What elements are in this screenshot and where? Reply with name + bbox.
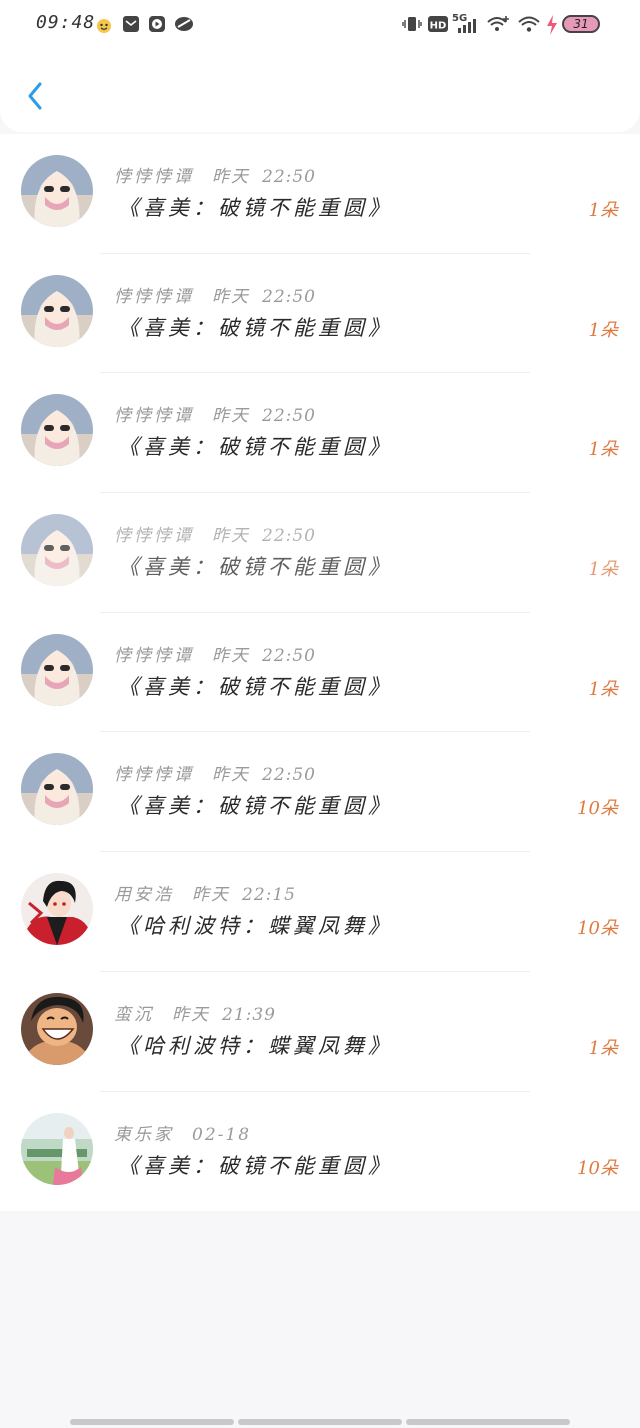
record-date: 昨天 xyxy=(172,1004,210,1025)
record-date: 昨天 xyxy=(212,286,250,307)
book-title[interactable]: 《喜美：破镜不能重圆》 xyxy=(118,790,393,820)
user-name[interactable]: 東乐家 xyxy=(114,1125,174,1145)
record-time: 22:50 xyxy=(262,645,316,666)
book-title[interactable]: 《哈利波特：蝶翼凤舞》 xyxy=(118,910,393,940)
flower-count: 10朵 xyxy=(577,918,618,940)
flower-count: 1朵 xyxy=(588,1037,618,1059)
book-title[interactable]: 《喜美：破镜不能重圆》 xyxy=(118,431,393,461)
flower-count: 1朵 xyxy=(588,200,618,221)
avatar[interactable] xyxy=(21,992,93,1065)
list-item[interactable]: 悖悖悖谭 昨天 22:50 《喜美：破镜不能重圆》 1朵 xyxy=(0,373,640,493)
list-item[interactable]: 悖悖悖谭 昨天 22:50 《喜美：破镜不能重圆》 1朵 xyxy=(0,493,640,613)
wifi-plus-icon xyxy=(486,15,510,33)
record-time: 21:39 xyxy=(222,1004,276,1025)
list-item[interactable]: 悖悖悖谭 昨天 22:50 《喜美：破镜不能重圆》 1朵 xyxy=(0,134,640,254)
svg-text:HD: HD xyxy=(430,21,447,32)
record-time: 22:50 xyxy=(262,406,316,427)
user-name[interactable]: 悖悖悖谭 xyxy=(114,167,194,187)
flower-count: 10朵 xyxy=(577,798,618,820)
flower-count: 1朵 xyxy=(588,678,618,700)
avatar[interactable] xyxy=(21,633,93,706)
user-name[interactable]: 蛮沉 xyxy=(114,1005,154,1025)
emoji-notification-icon xyxy=(96,18,112,34)
avatar[interactable] xyxy=(21,514,93,587)
record-time: 22:50 xyxy=(262,765,316,786)
list-item[interactable]: 悖悖悖谭 昨天 22:50 《喜美：破镜不能重圆》 10朵 xyxy=(0,732,640,852)
record-date: 昨天 xyxy=(212,765,250,786)
nav-bar-segment xyxy=(238,1419,402,1425)
record-date: 昨天 xyxy=(192,885,230,906)
record-date: 昨天 xyxy=(212,645,250,666)
avatar[interactable] xyxy=(21,155,93,227)
flower-count: 1朵 xyxy=(588,559,618,581)
record-date: 昨天 xyxy=(212,167,250,187)
flower-count: 1朵 xyxy=(588,319,618,341)
mail-notification-icon xyxy=(122,15,140,33)
book-title[interactable]: 《喜美：破镜不能重圆》 xyxy=(118,551,393,581)
flower-count: 1朵 xyxy=(588,439,618,461)
record-time: 22:15 xyxy=(242,885,296,906)
user-name[interactable]: 悖悖悖谭 xyxy=(114,765,194,785)
status-time: 09:48 xyxy=(36,12,96,33)
user-name[interactable]: 悖悖悖谭 xyxy=(114,526,194,546)
record-date: 昨天 xyxy=(212,526,250,547)
record-date: 昨天 xyxy=(212,406,250,427)
record-time: 22:50 xyxy=(262,526,316,547)
user-name[interactable]: 悖悖悖谭 xyxy=(114,287,194,307)
list-item[interactable]: 悖悖悖谭 昨天 22:50 《喜美：破镜不能重圆》 1朵 xyxy=(0,613,640,733)
record-time: 22:50 xyxy=(262,286,316,307)
app-notification-icon xyxy=(174,15,194,33)
wifi-icon xyxy=(518,15,540,33)
book-title[interactable]: 《喜美：破镜不能重圆》 xyxy=(118,312,393,342)
record-date: 02-18 xyxy=(192,1124,252,1145)
battery-indicator: 31 xyxy=(562,15,600,33)
hd-icon: HD xyxy=(428,15,448,33)
avatar[interactable] xyxy=(21,873,93,946)
list-item[interactable]: 東乐家 02-18 《喜美：破镜不能重圆》 10朵 xyxy=(0,1092,640,1212)
gesture-navigation-bar[interactable] xyxy=(70,1419,570,1425)
avatar[interactable] xyxy=(21,394,93,467)
list-item[interactable]: 蛮沉 昨天 21:39 《哈利波特：蝶翼凤舞》 1朵 xyxy=(0,972,640,1092)
avatar[interactable] xyxy=(21,1112,93,1185)
flower-count: 10朵 xyxy=(577,1157,618,1179)
book-title[interactable]: 《喜美：破镜不能重圆》 xyxy=(118,671,393,701)
user-name[interactable]: 悖悖悖谭 xyxy=(114,646,194,666)
charging-icon xyxy=(546,15,558,35)
status-bar: 09:48 HD 5G 31 xyxy=(0,0,640,48)
record-time: 22:50 xyxy=(262,167,316,187)
signal-5g-icon: 5G xyxy=(452,12,480,34)
book-title[interactable]: 《喜美：破镜不能重圆》 xyxy=(118,192,393,222)
top-header: 09:48 HD 5G 31 xyxy=(0,0,640,132)
list-item[interactable]: 悖悖悖谭 昨天 22:50 《喜美：破镜不能重圆》 1朵 xyxy=(0,254,640,374)
list-item[interactable]: 用安浩 昨天 22:15 《哈利波特：蝶翼凤舞》 10朵 xyxy=(0,852,640,972)
nav-bar-segment xyxy=(70,1419,234,1425)
gift-record-list: 悖悖悖谭 昨天 22:50 《喜美：破镜不能重圆》 1朵 悖悖悖谭 昨天 22:50 《… xyxy=(0,134,640,1212)
nav-bar-segment xyxy=(406,1419,570,1425)
user-name[interactable]: 悖悖悖谭 xyxy=(114,406,194,426)
avatar[interactable] xyxy=(21,753,93,826)
back-button[interactable] xyxy=(18,76,54,116)
user-name[interactable]: 用安浩 xyxy=(114,885,174,905)
svg-text:5G: 5G xyxy=(452,13,467,24)
video-notification-icon xyxy=(148,15,166,33)
avatar[interactable] xyxy=(21,274,93,347)
chevron-left-icon xyxy=(28,82,42,110)
book-title[interactable]: 《哈利波特：蝶翼凤舞》 xyxy=(118,1030,393,1060)
vibrate-icon xyxy=(402,15,422,33)
book-title[interactable]: 《喜美：破镜不能重圆》 xyxy=(118,1150,393,1180)
